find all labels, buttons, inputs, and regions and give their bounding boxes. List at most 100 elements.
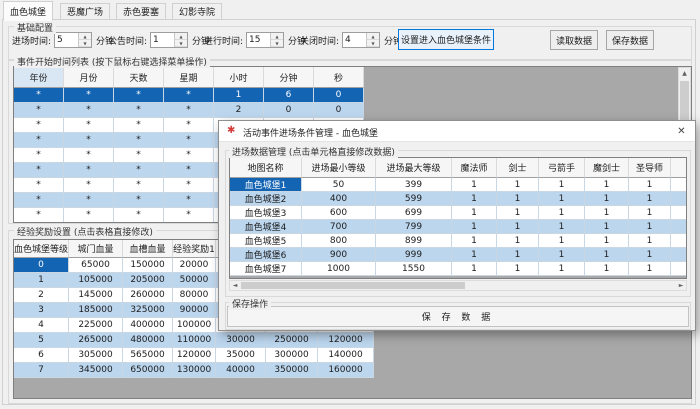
- table-cell[interactable]: 1: [671, 206, 687, 220]
- column-header[interactable]: 小时: [214, 67, 264, 88]
- table-cell[interactable]: *: [64, 208, 114, 223]
- table-cell[interactable]: 1: [452, 248, 497, 262]
- spinner-up-icon[interactable]: ▲: [367, 33, 379, 40]
- table-cell[interactable]: 120000: [173, 348, 216, 363]
- table-cell[interactable]: 100000: [173, 318, 216, 333]
- table-cell[interactable]: 血色城堡4: [230, 220, 302, 234]
- table-cell[interactable]: 1: [629, 178, 671, 192]
- table-cell[interactable]: 1: [452, 178, 497, 192]
- table-cell[interactable]: *: [64, 133, 114, 148]
- table-cell[interactable]: 399: [376, 178, 452, 192]
- table-cell[interactable]: *: [64, 88, 114, 103]
- table-cell[interactable]: 345000: [69, 363, 123, 378]
- column-header[interactable]: 进场最小等级: [302, 158, 376, 178]
- column-header[interactable]: 经验奖励1: [173, 240, 216, 258]
- table-cell[interactable]: 1: [539, 262, 585, 276]
- table-cell[interactable]: 血色城堡5: [230, 234, 302, 248]
- table-cell[interactable]: *: [64, 178, 114, 193]
- table-cell[interactable]: 800: [302, 234, 376, 248]
- table-cell[interactable]: 325000: [123, 303, 173, 318]
- table-cell[interactable]: 1: [671, 220, 687, 234]
- table-cell[interactable]: 5: [14, 333, 69, 348]
- table-cell[interactable]: *: [164, 118, 214, 133]
- table-cell[interactable]: 1: [539, 248, 585, 262]
- table-cell[interactable]: 0: [314, 88, 364, 103]
- table-cell[interactable]: 血色城堡1: [230, 178, 302, 192]
- table-cell[interactable]: 480000: [123, 333, 173, 348]
- table-cell[interactable]: *: [14, 163, 64, 178]
- table-cell[interactable]: 1: [452, 234, 497, 248]
- column-header[interactable]: 血槽血量: [123, 240, 173, 258]
- table-cell[interactable]: *: [114, 103, 164, 118]
- table-cell[interactable]: 1000: [302, 262, 376, 276]
- table-cell[interactable]: 160000: [318, 363, 374, 378]
- table-cell[interactable]: *: [114, 118, 164, 133]
- table-cell[interactable]: 1: [585, 234, 629, 248]
- table-cell[interactable]: *: [114, 148, 164, 163]
- table-cell[interactable]: 1: [497, 248, 539, 262]
- table-cell[interactable]: 250000: [266, 333, 318, 348]
- column-header[interactable]: 弓箭手: [539, 158, 585, 178]
- table-cell[interactable]: 1: [671, 234, 687, 248]
- table-cell[interactable]: 1: [497, 262, 539, 276]
- column-header[interactable]: 魔法师: [452, 158, 497, 178]
- table-cell[interactable]: 1: [629, 206, 671, 220]
- table-cell[interactable]: 1: [497, 234, 539, 248]
- table-cell[interactable]: 1: [585, 192, 629, 206]
- table-cell[interactable]: *: [14, 133, 64, 148]
- table-cell[interactable]: 30000: [216, 333, 266, 348]
- table-cell[interactable]: 20000: [173, 258, 216, 273]
- table-cell[interactable]: 1: [497, 206, 539, 220]
- column-header[interactable]: 血色城堡等级: [14, 240, 69, 258]
- table-cell[interactable]: 1: [671, 192, 687, 206]
- table-cell[interactable]: 1: [629, 262, 671, 276]
- table-cell[interactable]: 7: [14, 363, 69, 378]
- spinner-down-icon[interactable]: ▼: [175, 40, 187, 47]
- table-cell[interactable]: 799: [376, 220, 452, 234]
- column-header[interactable]: 魔剑士: [585, 158, 629, 178]
- table-cell[interactable]: 血色城堡2: [230, 192, 302, 206]
- table-cell[interactable]: 260000: [123, 288, 173, 303]
- duration-time-spinner[interactable]: 15 ▲▼: [246, 32, 284, 48]
- table-cell[interactable]: *: [114, 133, 164, 148]
- table-cell[interactable]: *: [14, 178, 64, 193]
- table-cell[interactable]: 6: [14, 348, 69, 363]
- table-cell[interactable]: 1: [452, 192, 497, 206]
- spinner-down-icon[interactable]: ▼: [271, 40, 283, 47]
- table-cell[interactable]: *: [64, 118, 114, 133]
- column-header[interactable]: 分钟: [264, 67, 314, 88]
- dialog-titlebar[interactable]: ✱ 活动事件进场条件管理 - 血色城堡 ✕: [219, 121, 695, 142]
- table-cell[interactable]: 185000: [69, 303, 123, 318]
- table-cell[interactable]: 1: [585, 206, 629, 220]
- table-cell[interactable]: 4: [14, 318, 69, 333]
- table-cell[interactable]: *: [164, 178, 214, 193]
- table-cell[interactable]: 1: [452, 206, 497, 220]
- table-cell[interactable]: 1: [585, 178, 629, 192]
- table-cell[interactable]: *: [64, 193, 114, 208]
- spinner-value[interactable]: 5: [55, 33, 78, 47]
- table-cell[interactable]: 血色城堡7: [230, 262, 302, 276]
- table-cell[interactable]: *: [14, 118, 64, 133]
- table-cell[interactable]: *: [164, 163, 214, 178]
- table-cell[interactable]: *: [14, 208, 64, 223]
- table-cell[interactable]: 40000: [216, 363, 266, 378]
- spinner-value[interactable]: 15: [247, 33, 270, 47]
- table-cell[interactable]: 150000: [123, 258, 173, 273]
- read-data-button[interactable]: 读取数据: [550, 30, 598, 50]
- table-cell[interactable]: 65000: [69, 258, 123, 273]
- table-cell[interactable]: 1: [629, 220, 671, 234]
- tab-devil-square[interactable]: 恶魔广场: [60, 3, 110, 20]
- table-cell[interactable]: 400: [302, 192, 376, 206]
- table-cell[interactable]: 1: [585, 220, 629, 234]
- table-cell[interactable]: 999: [376, 248, 452, 262]
- table-cell[interactable]: 1: [671, 248, 687, 262]
- scrollbar-thumb[interactable]: [241, 282, 465, 289]
- table-cell[interactable]: 130000: [173, 363, 216, 378]
- column-header[interactable]: 月份: [64, 67, 114, 88]
- table-cell[interactable]: *: [164, 148, 214, 163]
- table-cell[interactable]: *: [164, 88, 214, 103]
- table-cell[interactable]: 105000: [69, 273, 123, 288]
- column-header[interactable]: 年份: [14, 67, 64, 88]
- table-cell[interactable]: 1: [14, 273, 69, 288]
- table-cell[interactable]: 3: [14, 303, 69, 318]
